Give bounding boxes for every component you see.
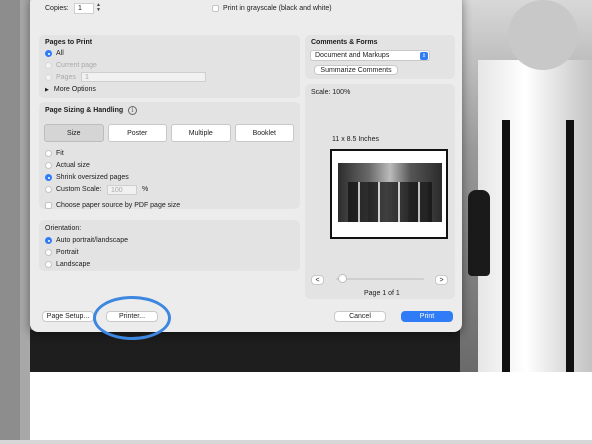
radio-current-page[interactable]: Current page — [45, 62, 97, 69]
copies-value: 1 — [78, 5, 82, 12]
radio-fit-label: Fit — [56, 150, 64, 157]
radio-custom-scale[interactable]: Custom Scale: — [45, 186, 102, 193]
preview-scale: Scale: 100% — [311, 89, 351, 96]
radio-custom-scale-label: Custom Scale: — [56, 186, 102, 193]
radio-auto-orientation[interactable]: Auto portrait/landscape — [45, 237, 128, 244]
radio-all-label: All — [56, 50, 64, 57]
paper-source-checkbox[interactable] — [45, 202, 52, 209]
percent-label: % — [142, 186, 149, 193]
orientation-title: Orientation: — [45, 225, 82, 232]
tab-size[interactable]: Size — [44, 124, 104, 142]
grayscale-checkbox[interactable] — [212, 5, 219, 12]
grayscale-row[interactable]: Print in grayscale (black and white) — [212, 5, 332, 12]
custom-scale-field[interactable]: 100 — [107, 185, 137, 195]
radio-all[interactable]: All — [45, 50, 64, 57]
copies-label: Copies: — [45, 5, 69, 12]
background-strip — [0, 0, 20, 444]
radio-actual-size-label: Actual size — [56, 162, 90, 169]
radio-current-page-label: Current page — [56, 62, 97, 69]
radio-actual-size[interactable]: Actual size — [45, 162, 90, 169]
preview-paper-size: 11 x 8.5 Inches — [332, 136, 379, 143]
tab-multiple[interactable]: Multiple — [171, 124, 231, 142]
pages-range-field[interactable]: 1 — [81, 72, 206, 82]
page-indicator: Page 1 of 1 — [364, 290, 400, 297]
highlight-annotation-circle — [93, 296, 171, 340]
paper-source-row[interactable]: Choose paper source by PDF page size — [45, 202, 180, 209]
tab-poster[interactable]: Poster — [107, 124, 167, 142]
cancel-button[interactable]: Cancel — [334, 311, 386, 322]
custom-scale-value: 100 — [111, 186, 123, 194]
summarize-comments-button[interactable]: Summarize Comments — [314, 65, 398, 75]
grayscale-label: Print in grayscale (black and white) — [223, 5, 332, 12]
comments-forms-selected: Document and Markups — [315, 52, 390, 59]
copies-row: Copies: — [45, 5, 69, 12]
radio-portrait[interactable]: Portrait — [45, 249, 79, 256]
page-bottom-border — [0, 440, 592, 444]
paper-source-label: Choose paper source by PDF page size — [56, 202, 181, 209]
print-dialog: Copies: 1 ▲ ▼ Print in grayscale (black a… — [30, 0, 462, 332]
radio-pages-label: Pages — [56, 74, 76, 81]
radio-landscape[interactable]: Landscape — [45, 261, 90, 268]
copies-field[interactable]: 1 — [74, 3, 94, 14]
radio-auto-orientation-label: Auto portrait/landscape — [56, 237, 128, 244]
more-options-toggle[interactable]: ▶ More Options — [45, 86, 96, 93]
info-icon[interactable]: i — [128, 106, 137, 115]
radio-shrink-label: Shrink oversized pages — [56, 174, 129, 181]
radio-portrait-label: Portrait — [56, 249, 79, 256]
orientation-panel: Orientation: Auto portrait/landscape Por… — [39, 220, 300, 271]
tab-booklet[interactable]: Booklet — [234, 124, 294, 142]
print-button[interactable]: Print — [401, 311, 453, 322]
background-column — [20, 0, 30, 444]
page-sizing-tabs: Size Poster Multiple Booklet — [44, 124, 294, 142]
comments-forms-select[interactable]: Document and Markups ⇕ — [310, 50, 430, 61]
pages-to-print-title: Pages to Print — [45, 39, 93, 46]
pages-to-print-panel: Pages to Print All Current page Pages 1 … — [39, 35, 300, 98]
previous-page-button[interactable]: < — [311, 275, 324, 285]
radio-landscape-label: Landscape — [56, 261, 91, 268]
page-sizing-title: Page Sizing & Handling — [45, 107, 124, 114]
radio-shrink[interactable]: Shrink oversized pages — [45, 174, 129, 181]
page-setup-button[interactable]: Page Setup... — [42, 311, 94, 322]
disclosure-triangle-icon: ▶ — [45, 86, 49, 93]
copies-stepper[interactable]: ▲ ▼ — [95, 3, 102, 14]
radio-pages[interactable]: Pages — [45, 74, 76, 81]
more-options-label: More Options — [53, 86, 96, 93]
page-slider-track[interactable] — [336, 278, 424, 280]
preview-page — [330, 149, 448, 239]
pages-range-value: 1 — [85, 73, 89, 81]
radio-fit[interactable]: Fit — [45, 150, 64, 157]
preview-image — [338, 163, 442, 222]
next-page-button[interactable]: > — [435, 275, 448, 285]
comments-forms-title: Comments & Forms — [311, 39, 378, 46]
page-slider-knob[interactable] — [338, 274, 347, 283]
select-arrows-icon: ⇕ — [420, 52, 428, 60]
